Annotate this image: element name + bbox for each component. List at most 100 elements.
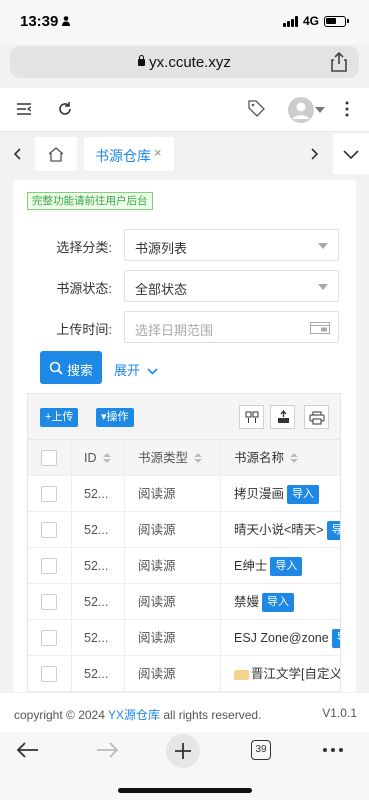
sort-icon[interactable] [290,452,299,463]
import-button[interactable]: 导入 [331,629,340,649]
brand-link[interactable]: YX源仓库 [108,708,160,722]
url-text: yx.ccute.xyz [149,54,231,71]
tag-emoji-icon [234,669,249,680]
copyright-prefix: copyright © 2024 [14,708,109,722]
status-select[interactable]: 全部状态 [124,270,339,302]
tab-close-icon[interactable]: × [154,145,162,160]
row-name-cell: E绅士 导入 [221,548,340,584]
header-id[interactable]: ID [72,440,125,476]
row-select-cell [28,620,72,656]
person-icon [62,16,70,26]
row-name: 禁嫚 [234,595,260,609]
lock-icon [138,55,146,66]
expand-link[interactable]: 展开 [114,360,158,379]
version-label: V1.0.1 [322,706,357,720]
export-icon[interactable] [270,405,295,429]
row-type: 阅读源 [125,620,221,656]
more-horizontal-icon[interactable] [323,748,343,752]
home-indicator [118,788,252,793]
row-select-cell [28,656,72,692]
chevron-right-icon[interactable] [311,148,319,160]
tab-count-button[interactable]: 39 [251,740,271,760]
row-checkbox[interactable] [41,522,57,538]
url-display[interactable]: yx.ccute.xyz [10,54,359,71]
battery-tip [347,19,349,23]
back-arrow-icon[interactable] [17,742,39,758]
plus-icon [175,743,191,759]
row-checkbox[interactable] [41,594,57,610]
category-select[interactable]: 书源列表 [124,229,339,261]
chevron-left-icon[interactable] [13,148,21,160]
status-time: 13:39 [20,13,59,30]
upload-button[interactable]: +上传 [40,408,79,427]
network-label: 4G [302,14,319,28]
header-type[interactable]: 书源类型 [125,440,221,476]
row-type: 阅读源 [125,476,221,512]
print-icon[interactable] [304,405,329,429]
home-icon [48,147,64,162]
tab-book-source-repo[interactable]: 书源仓库 × [84,137,174,171]
chevron-down-icon [343,150,359,159]
search-icon [49,361,63,375]
row-checkbox[interactable] [41,558,57,574]
new-tab-button[interactable] [166,734,200,768]
import-button[interactable]: 导入 [326,521,340,541]
row-checkbox[interactable] [41,666,57,682]
row-type: 阅读源 [125,512,221,548]
tag-icon[interactable] [248,100,265,117]
row-select-cell [28,584,72,620]
app-header [0,88,369,132]
book-source-table: ID 书源类型 书源名称 52... 阅读源 拷贝漫画 导入 52... 阅读源 … [27,439,341,700]
date-range-input[interactable]: 选择日期范围 [124,311,339,343]
table-row[interactable]: 52... 阅读源 晋江文学[自定义 [28,656,340,692]
more-vertical-icon[interactable] [345,101,349,117]
refresh-icon[interactable] [57,101,73,117]
copyright-suffix: all rights reserved. [160,708,262,722]
row-name: E绅士 [234,559,268,573]
category-value: 书源列表 [135,241,188,256]
row-select-cell [28,548,72,584]
date-range-placeholder: 选择日期范围 [135,323,214,338]
row-name: 拷贝漫画 [234,487,285,501]
import-button[interactable]: 导入 [270,557,303,577]
import-button[interactable]: 导入 [287,485,320,505]
header-name-label: 书源名称 [234,451,285,465]
table-header: ID 书源类型 书源名称 [28,440,340,476]
row-id: 52... [72,548,125,584]
table-row[interactable]: 52... 阅读源 禁嫚 导入 [28,584,340,620]
forward-arrow-icon[interactable] [96,742,118,758]
row-name-cell: 晴天小说<晴天>导入 [221,512,340,548]
table-row[interactable]: 52... 阅读源 晴天小说<晴天>导入 [28,512,340,548]
caret-down-icon [318,243,328,249]
table-row[interactable]: 52... 阅读源 E绅士 导入 [28,548,340,584]
main-card: 完整功能请前往用户后台 选择分类: 书源列表 书源状态: 全部状态 上传时间: … [13,180,356,700]
row-checkbox[interactable] [41,630,57,646]
caret-down-icon [318,284,328,290]
columns-filter-icon[interactable] [239,405,264,429]
operations-button[interactable]: ▾操作 [96,408,134,427]
calendar-icon [310,322,330,334]
chevron-down-icon[interactable] [315,107,325,113]
header-name[interactable]: 书源名称 [221,440,340,476]
row-select-cell [28,512,72,548]
sort-icon[interactable] [102,452,111,463]
address-bar[interactable]: yx.ccute.xyz [10,46,359,78]
table-row[interactable]: 52... 阅读源 ESJ Zone@zone导入 [28,620,340,656]
share-icon[interactable] [331,52,347,72]
row-checkbox[interactable] [41,486,57,502]
table-row[interactable]: 52... 阅读源 拷贝漫画 导入 [28,476,340,512]
row-id: 52... [72,584,125,620]
notice-badge: 完整功能请前往用户后台 [27,192,153,210]
select-all-checkbox[interactable] [41,450,57,466]
sort-icon[interactable] [194,452,203,463]
search-button[interactable]: 搜索 [40,351,102,384]
status-bar: 13:39 4G [0,0,369,44]
tabs-dropdown-button[interactable] [333,134,369,174]
search-button-label: 搜索 [67,363,94,378]
import-button[interactable]: 导入 [262,593,295,613]
tab-home[interactable] [35,137,77,171]
header-type-label: 书源类型 [138,451,189,465]
avatar[interactable] [288,97,314,123]
menu-fold-icon[interactable] [17,103,31,115]
page-footer: copyright © 2024 YX源仓库 all rights reserv… [0,692,369,732]
